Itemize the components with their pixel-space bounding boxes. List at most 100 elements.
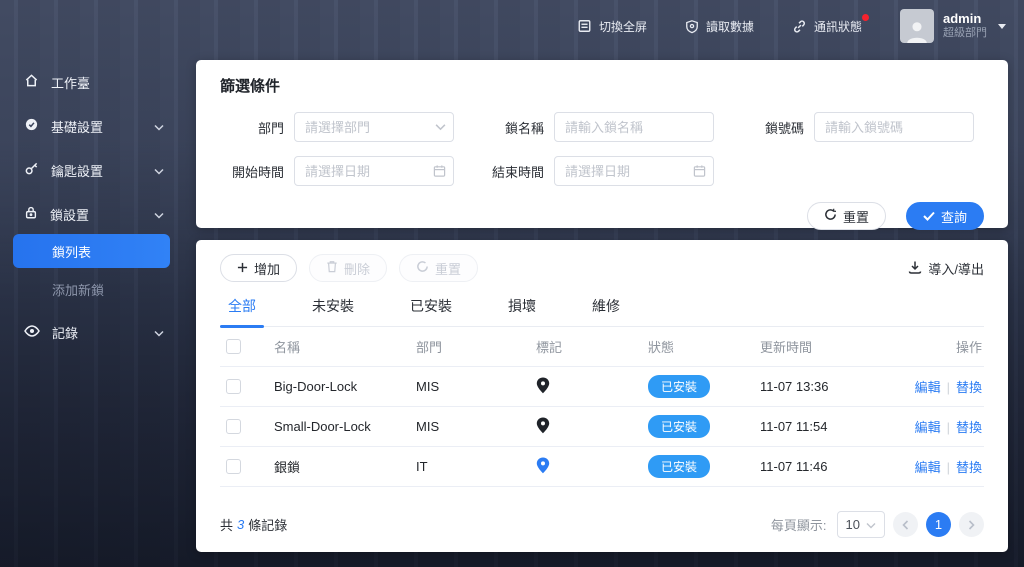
sidebar-item-workbench[interactable]: 工作臺 [0,64,180,100]
field-label: 部門 [220,118,284,137]
sidebar-item-add-new-lock[interactable]: 添加新鎖 [0,272,180,306]
table-row: 銀鎖 IT 已安裝 11-07 11:46 編輯|替換 [220,447,984,487]
updated-time-cell: 11-07 13:36 [760,379,910,394]
table-reset-button[interactable]: 重置 [399,254,478,282]
sidebar-item-basic-settings[interactable]: 基礎設置 [0,108,180,144]
total-prefix: 共 [220,515,233,534]
fullscreen-icon [577,19,592,33]
edit-link[interactable]: 編輯 [915,380,941,395]
user-menu[interactable]: admin 超級部門 [900,9,1006,43]
chevron-down-icon [154,163,164,178]
table-reset-label: 重置 [435,259,461,278]
filter-row-1: 部門 鎖名稱 鎖號碼 [220,112,984,142]
fullscreen-toggle[interactable]: 切換全屏 [577,18,647,35]
prev-page-button[interactable] [893,512,918,537]
read-data-button[interactable]: 讀取數據 [685,18,754,35]
sidebar-item-label: 鎖設置 [50,205,89,224]
column-header-department: 部門 [416,337,536,356]
home-icon [24,73,39,91]
read-data-label: 讀取數據 [706,18,754,35]
sidebar: 工作臺 基礎設置 鑰匙設置 鎖設置 鎖列表 添加新鎖 記錄 [0,52,180,567]
reset-button[interactable]: 重置 [807,202,886,230]
start-date-input[interactable] [294,156,454,186]
download-icon [908,260,922,277]
page-number-button[interactable]: 1 [926,512,951,537]
tab-installed[interactable]: 已安裝 [402,296,460,326]
trash-icon [326,260,338,276]
add-button[interactable]: 增加 [220,254,297,282]
field-label: 開始時間 [220,162,284,181]
filter-panel: 篩選條件 部門 鎖名稱 鎖號碼 [196,60,1008,228]
field-label: 鎖名稱 [480,118,544,137]
column-header-name: 名稱 [274,337,416,356]
delete-label: 刪除 [344,259,370,278]
chevron-down-icon [154,325,164,340]
sidebar-item-key-settings[interactable]: 鑰匙設置 [0,152,180,188]
table-toolbar: 增加 刪除 重置 導入/導出 [220,254,984,282]
table-footer: 共 3 條記錄 每頁顯示: 10 1 [220,511,984,538]
lock-icon [24,205,38,223]
location-pin-icon[interactable] [536,417,550,434]
end-date-input[interactable] [554,156,714,186]
sidebar-item-label: 鑰匙設置 [51,161,103,180]
check-icon [923,209,935,224]
field-end-time: 結束時間 [480,156,714,186]
import-export-button[interactable]: 導入/導出 [908,259,984,278]
tab-not-installed[interactable]: 未安裝 [304,296,362,326]
row-checkbox[interactable] [226,379,241,394]
filter-row-2: 開始時間 結束時間 [220,156,984,186]
sidebar-item-lock-settings[interactable]: 鎖設置 [0,196,180,232]
row-checkbox[interactable] [226,459,241,474]
column-header-updated: 更新時間 [760,337,910,356]
lock-name-cell: Small-Door-Lock [274,419,416,434]
fullscreen-label: 切換全屏 [599,18,647,35]
app-root: 切換全屏 讀取數據 通訊狀態 admin 超級部門 [0,0,1024,567]
total-suffix: 條記錄 [248,515,287,534]
lock-number-input[interactable] [814,112,974,142]
status-badge: 已安裝 [648,415,710,438]
chevron-down-icon [154,207,164,222]
action-separator: | [947,380,950,395]
replace-link[interactable]: 替換 [956,420,982,435]
topbar: 切換全屏 讀取數據 通訊狀態 admin 超級部門 [0,0,1024,52]
total-count: 3 [237,517,244,532]
row-checkbox[interactable] [226,419,241,434]
location-pin-icon[interactable] [536,457,550,474]
filter-title: 篩選條件 [220,75,984,96]
field-lock-name: 鎖名稱 [480,112,714,142]
add-label: 增加 [254,259,280,278]
field-lock-number: 鎖號碼 [740,112,974,142]
replace-link[interactable]: 替換 [956,380,982,395]
sidebar-item-records[interactable]: 記錄 [0,314,180,350]
edit-link[interactable]: 編輯 [915,460,941,475]
page-size-label: 每頁顯示: [771,515,827,534]
field-department: 部門 [220,112,454,142]
page-size-select[interactable]: 10 [837,511,885,538]
department-cell: MIS [416,379,536,394]
sidebar-item-lock-list[interactable]: 鎖列表 [13,234,170,268]
department-cell: IT [416,459,536,474]
chevron-down-icon [866,517,876,532]
edit-link[interactable]: 編輯 [915,420,941,435]
pagination: 每頁顯示: 10 1 [771,511,984,538]
select-all-checkbox[interactable] [226,339,241,354]
status-badge: 已安裝 [648,375,710,398]
tab-repair[interactable]: 維修 [584,296,628,326]
tab-all[interactable]: 全部 [220,296,264,326]
location-pin-icon[interactable] [536,377,550,394]
column-header-status: 狀態 [648,337,760,356]
avatar [900,9,934,43]
tab-damaged[interactable]: 損壞 [500,296,544,326]
replace-link[interactable]: 替換 [956,460,982,475]
next-page-button[interactable] [959,512,984,537]
search-button[interactable]: 查詢 [906,202,984,230]
field-label: 結束時間 [480,162,544,181]
search-label: 查詢 [941,207,967,226]
page-size-value: 10 [846,517,860,532]
delete-button[interactable]: 刪除 [309,254,387,282]
department-select[interactable] [294,112,454,142]
comm-status-button[interactable]: 通訊狀態 [792,18,862,35]
link-icon [792,19,807,34]
status-badge: 已安裝 [648,455,710,478]
lock-name-input[interactable] [554,112,714,142]
